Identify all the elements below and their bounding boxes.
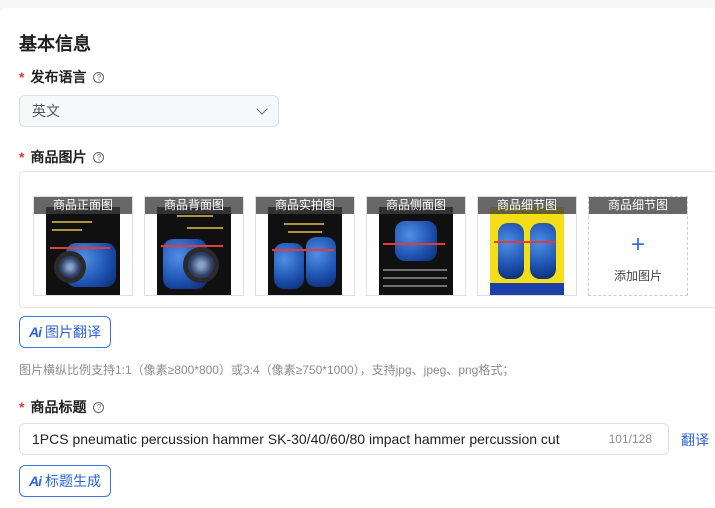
title-label: 商品标题 — [30, 399, 87, 415]
product-image-side[interactable]: 商品侧面图 — [366, 196, 466, 296]
product-photo — [268, 207, 342, 295]
language-selected-value: 英文 — [32, 103, 60, 119]
title-label-row: * 商品标题 ? — [19, 397, 105, 417]
product-title-input[interactable]: 1PCS pneumatic percussion hammer SK-30/4… — [19, 423, 669, 455]
images-label-row: * 商品图片 ? — [19, 147, 105, 167]
language-label-row: * 发布语言 ? — [19, 67, 105, 87]
help-icon[interactable]: ? — [93, 151, 105, 163]
product-image-back[interactable]: 商品背面图 — [144, 196, 244, 296]
required-mark: * — [19, 399, 25, 415]
images-label: 商品图片 — [30, 149, 87, 165]
required-mark: * — [19, 149, 25, 165]
help-icon[interactable]: ? — [93, 71, 105, 83]
title-generate-label: 标题生成 — [45, 473, 101, 489]
ai-icon: Ai — [29, 473, 42, 489]
help-icon[interactable]: ? — [93, 401, 105, 413]
language-label: 发布语言 — [30, 69, 87, 85]
ai-icon: Ai — [29, 324, 42, 340]
image-upload-panel: 商品正面图 商品背面图 商品实拍图 商品侧面图 商品细节图 商品细节图 + 添加… — [19, 171, 715, 308]
product-photo — [490, 207, 564, 295]
image-translate-label: 图片翻译 — [45, 324, 101, 340]
product-image-real[interactable]: 商品实拍图 — [255, 196, 355, 296]
product-photo — [157, 207, 231, 295]
image-caption: 商品背面图 — [145, 197, 243, 214]
product-title-value[interactable]: 1PCS pneumatic percussion hammer SK-30/4… — [32, 431, 598, 447]
image-translate-button[interactable]: Ai 图片翻译 — [19, 316, 111, 348]
section-title: 基本信息 — [19, 34, 91, 54]
add-image-slot[interactable]: 商品细节图 + 添加图片 — [588, 196, 688, 296]
product-photo — [46, 207, 120, 295]
product-image-front[interactable]: 商品正面图 — [33, 196, 133, 296]
product-image-detail[interactable]: 商品细节图 — [477, 196, 577, 296]
chevron-down-icon — [256, 103, 268, 115]
image-caption: 商品细节图 — [589, 197, 687, 214]
product-photo — [379, 207, 453, 295]
plus-icon: + — [630, 231, 645, 258]
required-mark: * — [19, 69, 25, 85]
character-counter: 101/128 — [608, 432, 652, 446]
image-caption: 商品侧面图 — [367, 197, 465, 214]
image-caption: 商品实拍图 — [256, 197, 354, 214]
add-image-label: 添加图片 — [613, 269, 662, 283]
image-caption: 商品细节图 — [478, 197, 576, 214]
image-format-hint: 图片横纵比例支持1:1（像素≥800*800）或3:4（像素≥750*1000）… — [19, 363, 515, 377]
title-translate-link[interactable]: 翻译 — [681, 430, 709, 450]
basic-info-card: 基本信息 * 发布语言 ? 英文 * 商品图片 ? 商品正面图 商品背面图 商品… — [0, 8, 715, 508]
title-generate-button[interactable]: Ai 标题生成 — [19, 465, 111, 497]
language-select[interactable]: 英文 — [19, 95, 279, 127]
image-caption: 商品正面图 — [34, 197, 132, 214]
